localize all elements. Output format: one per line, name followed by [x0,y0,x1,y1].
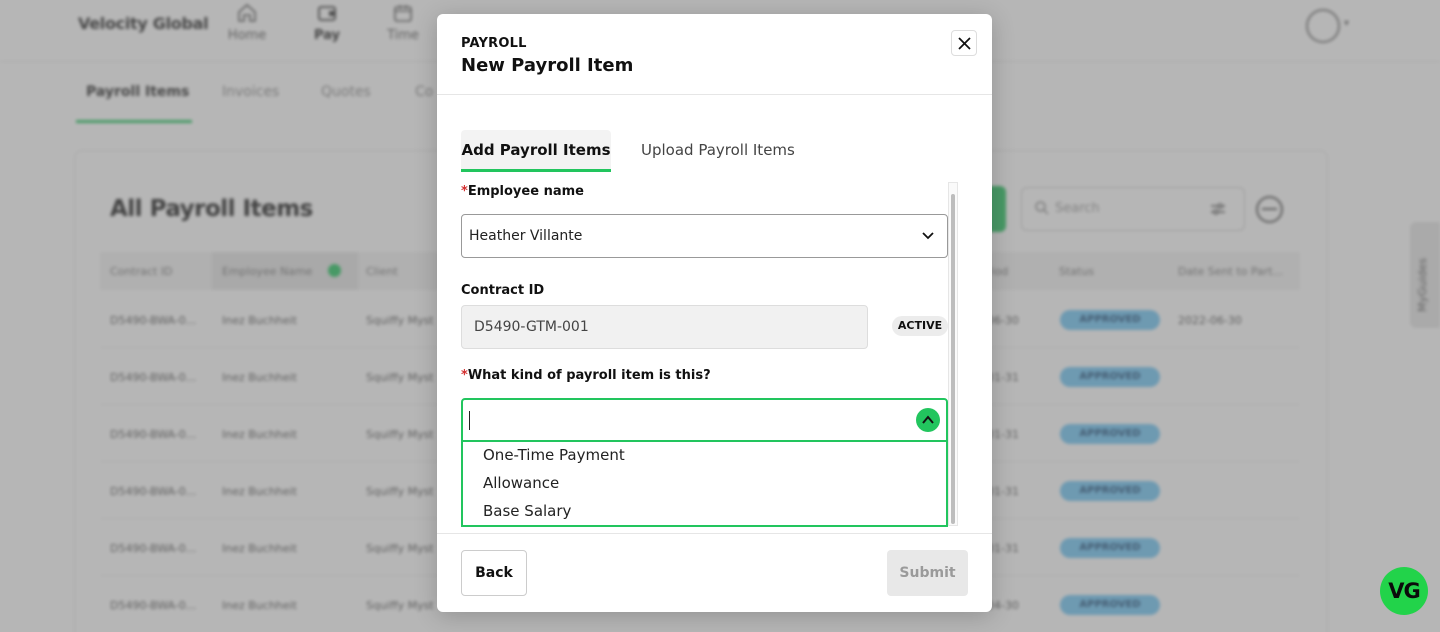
contract-id-field: D5490-GTM-001 [461,305,868,349]
close-button[interactable] [951,30,977,56]
scrollbar-thumb[interactable] [951,194,955,524]
option-allowance[interactable]: Allowance [483,474,559,492]
dialog-kicker: PAYROLL [461,36,527,51]
text-cursor [469,411,470,430]
payroll-type-label-text: What kind of payroll item is this? [467,368,711,383]
employee-name-select[interactable]: Heather Villante [461,214,948,258]
header-divider [437,94,992,95]
contract-id-value: D5490-GTM-001 [474,319,589,335]
employee-name-value: Heather Villante [469,228,583,244]
vg-logo[interactable]: VG [1380,567,1428,615]
employee-name-label: *Employee name [461,184,584,199]
chevron-up-icon [922,415,934,424]
payroll-type-combobox[interactable] [461,398,948,442]
payroll-type-label: *What kind of payroll item is this? [461,368,711,383]
close-icon [958,37,971,50]
option-one-time-payment[interactable]: One-Time Payment [483,446,625,464]
payroll-type-options: One-Time Payment Allowance Base Salary [461,442,948,527]
option-base-salary[interactable]: Base Salary [483,502,571,520]
submit-button[interactable]: Submit [887,550,968,596]
tab-add-payroll-items[interactable]: Add Payroll Items [461,130,611,172]
dropdown-toggle-button[interactable] [916,408,940,432]
status-badge: ACTIVE [892,316,948,336]
required-mark: * [461,368,468,383]
chevron-down-icon [922,232,934,240]
back-button[interactable]: Back [461,550,527,596]
new-payroll-item-dialog: PAYROLL New Payroll Item Add Payroll Ite… [437,14,992,612]
required-mark: * [461,184,468,199]
contract-id-label: Contract ID [461,283,545,298]
footer-divider [437,533,992,534]
employee-name-label-text: Employee name [467,184,584,199]
tab-upload-payroll-items[interactable]: Upload Payroll Items [641,130,795,172]
dialog-title: New Payroll Item [461,55,634,76]
